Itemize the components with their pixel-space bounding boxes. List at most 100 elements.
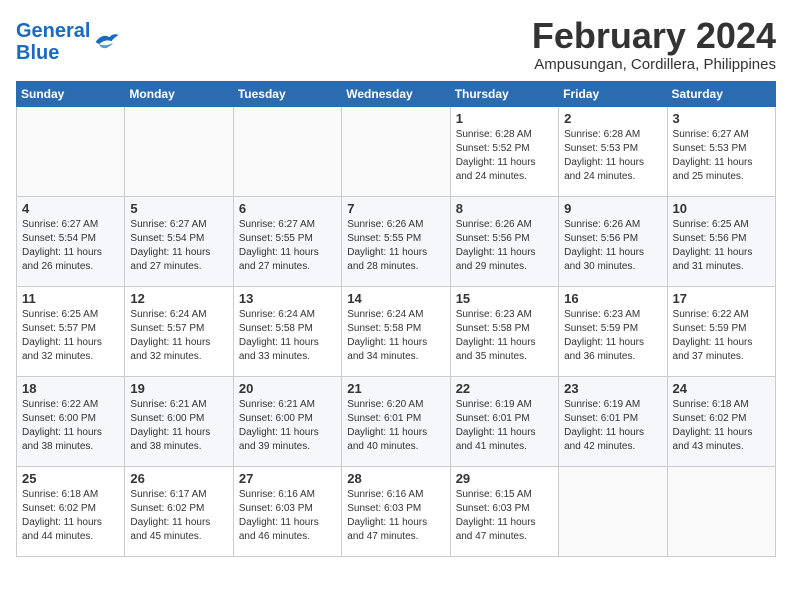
calendar-cell: 18 Sunrise: 6:22 AM Sunset: 6:00 PM Dayli…: [17, 376, 125, 466]
logo-text: General Blue: [16, 20, 90, 64]
day-number: 29: [456, 471, 553, 486]
day-number: 1: [456, 111, 553, 126]
week-row-4: 25 Sunrise: 6:18 AM Sunset: 6:02 PM Dayli…: [17, 466, 776, 556]
day-info: Sunrise: 6:26 AM Sunset: 5:55 PM Dayligh…: [347, 218, 444, 274]
calendar-cell: 26Sunrise: 6:17 AM Sunset: 6:02 PM Dayli…: [125, 466, 233, 556]
day-number: 17: [673, 291, 770, 306]
calendar-cell: 15 Sunrise: 6:23 AM Sunset: 5:58 PM Dayli…: [450, 286, 558, 376]
calendar-cell: 25 Sunrise: 6:18 AM Sunset: 6:02 PM Dayli…: [17, 466, 125, 556]
day-info: Sunrise: 6:22 AM Sunset: 5:59 PM Dayligh…: [673, 308, 770, 364]
calendar-cell: 22 Sunrise: 6:19 AM Sunset: 6:01 PM Dayli…: [450, 376, 558, 466]
day-info: Sunrise: 6:18 AM Sunset: 6:02 PM Dayligh…: [673, 398, 770, 454]
calendar-cell: 27 Sunrise: 6:16 AM Sunset: 6:03 PM Dayli…: [233, 466, 341, 556]
day-info: Sunrise: 6:20 AM Sunset: 6:01 PM Dayligh…: [347, 398, 444, 454]
day-number: 14: [347, 291, 444, 306]
calendar-cell: [667, 466, 775, 556]
calendar-cell: 3 Sunrise: 6:27 AM Sunset: 5:53 PM Daylig…: [667, 106, 775, 196]
day-number: 5: [130, 201, 227, 216]
day-number: 10: [673, 201, 770, 216]
calendar-cell: 14 Sunrise: 6:24 AM Sunset: 5:58 PM Dayli…: [342, 286, 450, 376]
calendar-cell: [17, 106, 125, 196]
day-info: Sunrise: 6:18 AM Sunset: 6:02 PM Dayligh…: [22, 488, 119, 544]
day-number: 18: [22, 381, 119, 396]
weekday-header-sunday: Sunday: [17, 81, 125, 106]
day-number: 21: [347, 381, 444, 396]
day-info: Sunrise: 6:27 AM Sunset: 5:53 PM Dayligh…: [673, 128, 770, 184]
weekday-header-friday: Friday: [559, 81, 667, 106]
logo-general: General: [16, 20, 90, 42]
calendar-cell: 20 Sunrise: 6:21 AM Sunset: 6:00 PM Dayli…: [233, 376, 341, 466]
day-number: 7: [347, 201, 444, 216]
calendar-cell: 23 Sunrise: 6:19 AM Sunset: 6:01 PM Dayli…: [559, 376, 667, 466]
calendar-cell: 4 Sunrise: 6:27 AM Sunset: 5:54 PM Daylig…: [17, 196, 125, 286]
day-info: Sunrise: 6:17 AM Sunset: 6:02 PM Dayligh…: [130, 488, 227, 544]
calendar-cell: 1Sunrise: 6:28 AM Sunset: 5:52 PM Daylig…: [450, 106, 558, 196]
week-row-2: 11 Sunrise: 6:25 AM Sunset: 5:57 PM Dayli…: [17, 286, 776, 376]
day-number: 19: [130, 381, 227, 396]
month-year: February 2024: [532, 16, 776, 56]
day-number: 27: [239, 471, 336, 486]
day-info: Sunrise: 6:21 AM Sunset: 6:00 PM Dayligh…: [239, 398, 336, 454]
calendar-cell: [342, 106, 450, 196]
weekday-header-thursday: Thursday: [450, 81, 558, 106]
day-number: 6: [239, 201, 336, 216]
day-info: Sunrise: 6:22 AM Sunset: 6:00 PM Dayligh…: [22, 398, 119, 454]
day-info: Sunrise: 6:19 AM Sunset: 6:01 PM Dayligh…: [564, 398, 661, 454]
calendar-cell: 17 Sunrise: 6:22 AM Sunset: 5:59 PM Dayli…: [667, 286, 775, 376]
weekday-header-tuesday: Tuesday: [233, 81, 341, 106]
day-number: 12: [130, 291, 227, 306]
title-block: February 2024 Ampusungan, Cordillera, Ph…: [532, 16, 776, 73]
day-info: Sunrise: 6:27 AM Sunset: 5:54 PM Dayligh…: [130, 218, 227, 274]
weekday-header-monday: Monday: [125, 81, 233, 106]
calendar-cell: 5 Sunrise: 6:27 AM Sunset: 5:54 PM Daylig…: [125, 196, 233, 286]
day-number: 11: [22, 291, 119, 306]
day-info: Sunrise: 6:24 AM Sunset: 5:58 PM Dayligh…: [347, 308, 444, 364]
calendar-cell: 29 Sunrise: 6:15 AM Sunset: 6:03 PM Dayli…: [450, 466, 558, 556]
location: Ampusungan, Cordillera, Philippines: [532, 56, 776, 73]
logo-blue: Blue: [16, 42, 59, 64]
day-number: 16: [564, 291, 661, 306]
calendar-cell: 11 Sunrise: 6:25 AM Sunset: 5:57 PM Dayli…: [17, 286, 125, 376]
day-info: Sunrise: 6:16 AM Sunset: 6:03 PM Dayligh…: [347, 488, 444, 544]
day-info: Sunrise: 6:25 AM Sunset: 5:57 PM Dayligh…: [22, 308, 119, 364]
calendar-cell: 13Sunrise: 6:24 AM Sunset: 5:58 PM Dayli…: [233, 286, 341, 376]
day-number: 24: [673, 381, 770, 396]
calendar-cell: [233, 106, 341, 196]
logo: General Blue: [16, 20, 120, 64]
day-info: Sunrise: 6:15 AM Sunset: 6:03 PM Dayligh…: [456, 488, 553, 544]
day-number: 22: [456, 381, 553, 396]
day-number: 2: [564, 111, 661, 126]
calendar-cell: 12Sunrise: 6:24 AM Sunset: 5:57 PM Dayli…: [125, 286, 233, 376]
calendar-cell: 10 Sunrise: 6:25 AM Sunset: 5:56 PM Dayli…: [667, 196, 775, 286]
day-number: 25: [22, 471, 119, 486]
day-number: 15: [456, 291, 553, 306]
calendar-cell: 19 Sunrise: 6:21 AM Sunset: 6:00 PM Dayli…: [125, 376, 233, 466]
day-number: 13: [239, 291, 336, 306]
weekday-header-saturday: Saturday: [667, 81, 775, 106]
page-header: General Blue February 2024 Ampusungan, C…: [16, 16, 776, 73]
day-info: Sunrise: 6:25 AM Sunset: 5:56 PM Dayligh…: [673, 218, 770, 274]
day-info: Sunrise: 6:19 AM Sunset: 6:01 PM Dayligh…: [456, 398, 553, 454]
calendar-cell: 16 Sunrise: 6:23 AM Sunset: 5:59 PM Dayli…: [559, 286, 667, 376]
week-row-0: 1Sunrise: 6:28 AM Sunset: 5:52 PM Daylig…: [17, 106, 776, 196]
week-row-3: 18 Sunrise: 6:22 AM Sunset: 6:00 PM Dayli…: [17, 376, 776, 466]
day-info: Sunrise: 6:23 AM Sunset: 5:58 PM Dayligh…: [456, 308, 553, 364]
calendar-cell: [125, 106, 233, 196]
day-info: Sunrise: 6:27 AM Sunset: 5:55 PM Dayligh…: [239, 218, 336, 274]
calendar-cell: 8Sunrise: 6:26 AM Sunset: 5:56 PM Daylig…: [450, 196, 558, 286]
day-info: Sunrise: 6:26 AM Sunset: 5:56 PM Dayligh…: [456, 218, 553, 274]
day-number: 23: [564, 381, 661, 396]
day-info: Sunrise: 6:21 AM Sunset: 6:00 PM Dayligh…: [130, 398, 227, 454]
day-number: 20: [239, 381, 336, 396]
day-info: Sunrise: 6:16 AM Sunset: 6:03 PM Dayligh…: [239, 488, 336, 544]
calendar-cell: 21 Sunrise: 6:20 AM Sunset: 6:01 PM Dayli…: [342, 376, 450, 466]
day-number: 3: [673, 111, 770, 126]
day-info: Sunrise: 6:27 AM Sunset: 5:54 PM Dayligh…: [22, 218, 119, 274]
calendar-cell: 28Sunrise: 6:16 AM Sunset: 6:03 PM Dayli…: [342, 466, 450, 556]
day-number: 4: [22, 201, 119, 216]
logo-bird-icon: [92, 31, 120, 53]
calendar-cell: 2Sunrise: 6:28 AM Sunset: 5:53 PM Daylig…: [559, 106, 667, 196]
weekday-header-row: SundayMondayTuesdayWednesdayThursdayFrid…: [17, 81, 776, 106]
day-info: Sunrise: 6:23 AM Sunset: 5:59 PM Dayligh…: [564, 308, 661, 364]
calendar-cell: [559, 466, 667, 556]
